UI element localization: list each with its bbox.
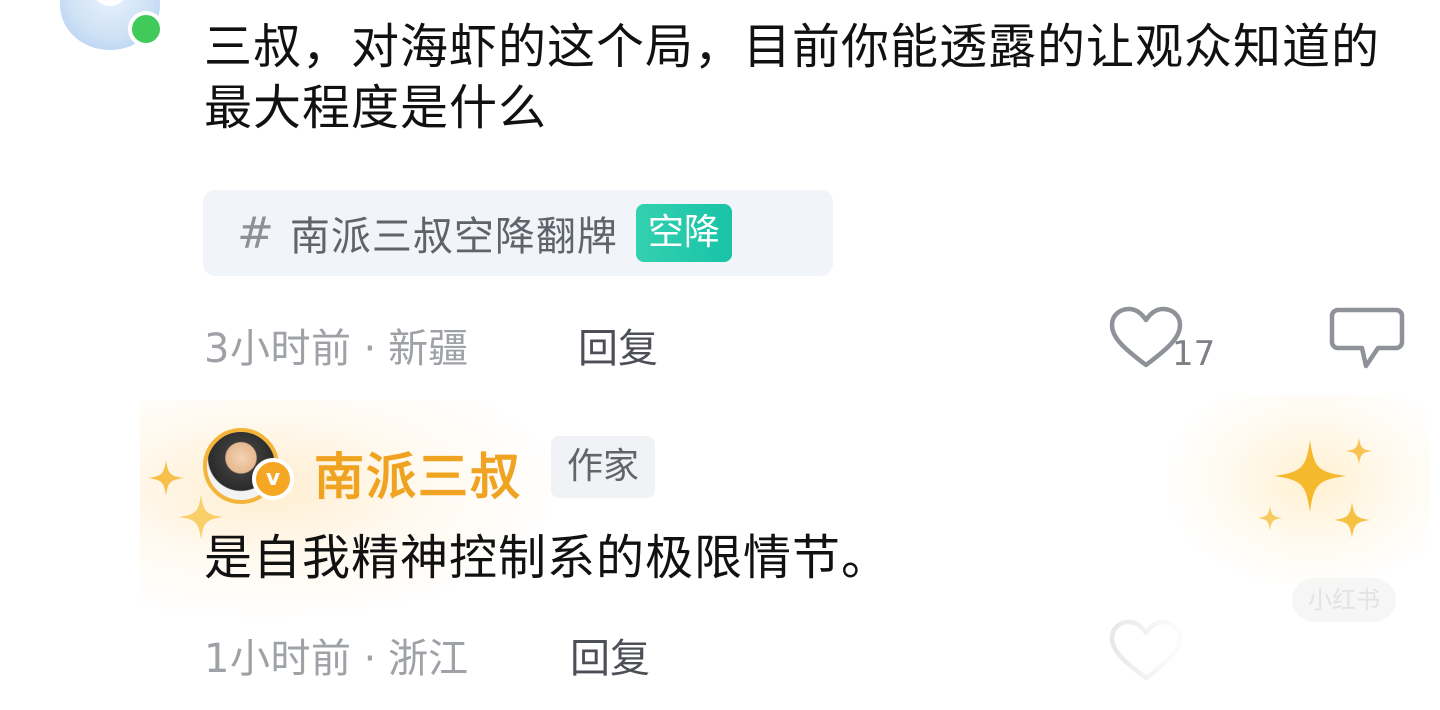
author-name[interactable]: 南派三叔 [314, 437, 522, 509]
comment-thread: 三叔，对海虾的这个局，目前你能透露的让观众知道的最大程度是什么 # 南派三叔空降… [0, 0, 1440, 710]
online-status-dot [128, 11, 164, 47]
comment-bubble-icon[interactable] [1326, 304, 1406, 374]
topic-badge: 空降 [635, 204, 732, 262]
reply-text: 是自我精神控制系的极限情节。 [204, 530, 891, 586]
watermark: 小红书 [1292, 578, 1396, 622]
comment-location: 新疆 [388, 326, 469, 372]
topic-chip[interactable]: # 南派三叔空降翻牌 空降 [203, 190, 833, 276]
avatar-ring [92, 0, 128, 6]
verified-badge-icon: v [252, 458, 294, 500]
meta-separator: · [363, 636, 377, 682]
meta-separator: · [363, 326, 377, 372]
reply-button[interactable]: 回复 [578, 316, 658, 374]
reply-button[interactable]: 回复 [570, 626, 650, 684]
reply-meta: 1小时前 · 浙江 [204, 626, 468, 684]
comment-text: 三叔，对海虾的这个局，目前你能透露的让观众知道的最大程度是什么 [204, 19, 1381, 136]
sparkle-icon [1345, 437, 1373, 465]
comment-time: 3小时前 [204, 326, 352, 372]
comment-meta: 3小时前 · 新疆 [204, 316, 468, 374]
like-count: 17 [1172, 334, 1216, 374]
author-tag: 作家 [551, 436, 656, 498]
reply-location: 浙江 [388, 636, 469, 682]
hash-icon: # [237, 207, 274, 259]
topic-name: 南派三叔空降翻牌 [289, 214, 618, 260]
reply-time: 1小时前 [204, 636, 352, 682]
